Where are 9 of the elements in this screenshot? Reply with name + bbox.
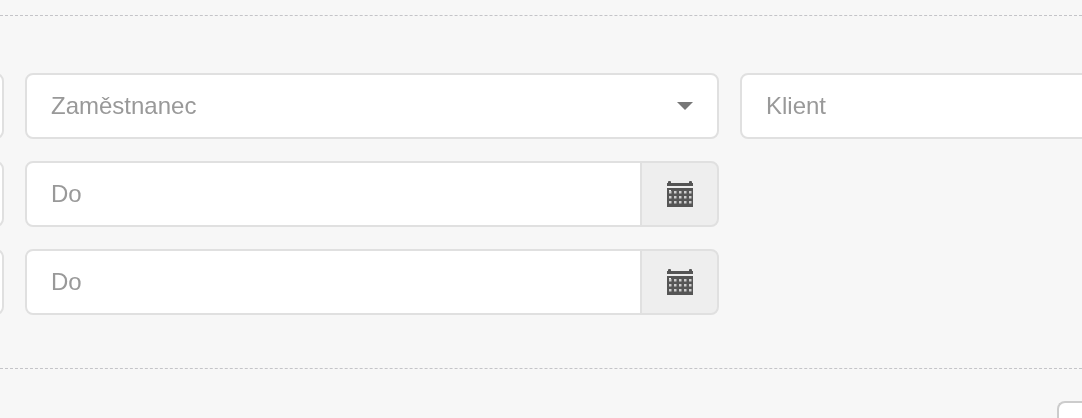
date-field[interactable]: Do [25, 161, 642, 227]
date-field[interactable]: Do [25, 249, 642, 315]
calendar-button[interactable] [640, 161, 719, 227]
client-field[interactable]: Klient [740, 73, 1082, 139]
calendar-icon [666, 181, 693, 207]
employee-select[interactable]: Zaměstnanec [25, 73, 719, 139]
caret-icon [677, 102, 693, 110]
calendar-icon [666, 269, 693, 295]
calendar-button[interactable] [640, 249, 719, 315]
